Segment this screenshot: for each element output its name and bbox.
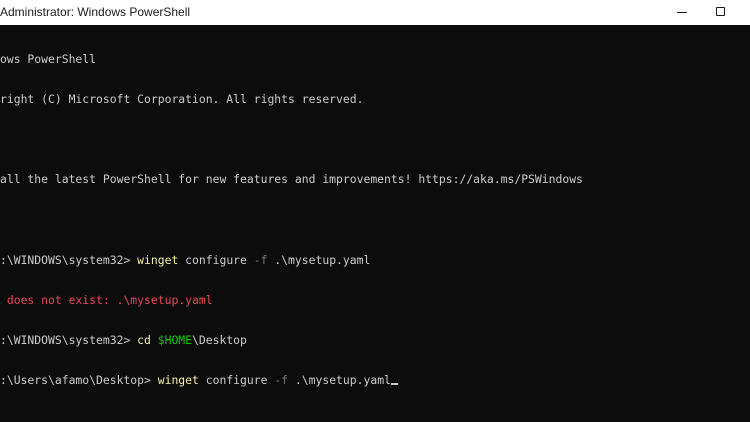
error-line: does not exist: .\mysetup.yaml bbox=[0, 293, 213, 308]
prompt: :\WINDOWS\system32> bbox=[0, 252, 138, 267]
console-output: ows PowerShell right (C) Microsoft Corpo… bbox=[0, 26, 583, 415]
title-bar[interactable]: Administrator: Windows PowerShell bbox=[0, 0, 750, 25]
command-args: .\mysetup.yaml bbox=[288, 373, 391, 388]
command-args: .\mysetup.yaml bbox=[267, 252, 371, 267]
command-args: \Desktop bbox=[192, 333, 247, 348]
text-cursor bbox=[390, 383, 398, 386]
window-title: Administrator: Windows PowerShell bbox=[0, 5, 191, 19]
command-parameter: -f bbox=[274, 373, 289, 388]
command-parameter: -f bbox=[253, 252, 268, 267]
prompt: :\WINDOWS\system32> bbox=[0, 333, 138, 348]
command-space bbox=[151, 333, 158, 347]
command-line-2: :\WINDOWS\system32> cd $HOME\Desktop bbox=[0, 334, 583, 347]
header-line: ows PowerShell bbox=[0, 51, 97, 66]
maximize-button[interactable] bbox=[704, 0, 750, 25]
update-notice-line: all the latest PowerShell for new featur… bbox=[0, 172, 583, 187]
minimize-icon bbox=[677, 12, 687, 13]
command-line-3[interactable]: :\Users\afamo\Desktop> winget configure … bbox=[0, 374, 583, 387]
copyright-line: right (C) Microsoft Corporation. All rig… bbox=[0, 92, 364, 107]
prompt: :\Users\afamo\Desktop> bbox=[0, 373, 158, 388]
maximize-icon bbox=[716, 7, 725, 16]
command-name: cd bbox=[137, 333, 151, 348]
minimize-button[interactable] bbox=[659, 0, 705, 25]
command-line-1: :\WINDOWS\system32> winget configure -f … bbox=[0, 252, 583, 267]
powershell-window: Administrator: Windows PowerShell ows Po… bbox=[0, 0, 750, 422]
command-args: configure bbox=[198, 373, 275, 388]
variable-token: $HOME bbox=[157, 333, 193, 348]
command-args: configure bbox=[178, 252, 254, 267]
console-area[interactable]: ows PowerShell right (C) Microsoft Corpo… bbox=[0, 25, 750, 422]
command-name: winget bbox=[157, 373, 199, 388]
command-name: winget bbox=[137, 252, 179, 267]
